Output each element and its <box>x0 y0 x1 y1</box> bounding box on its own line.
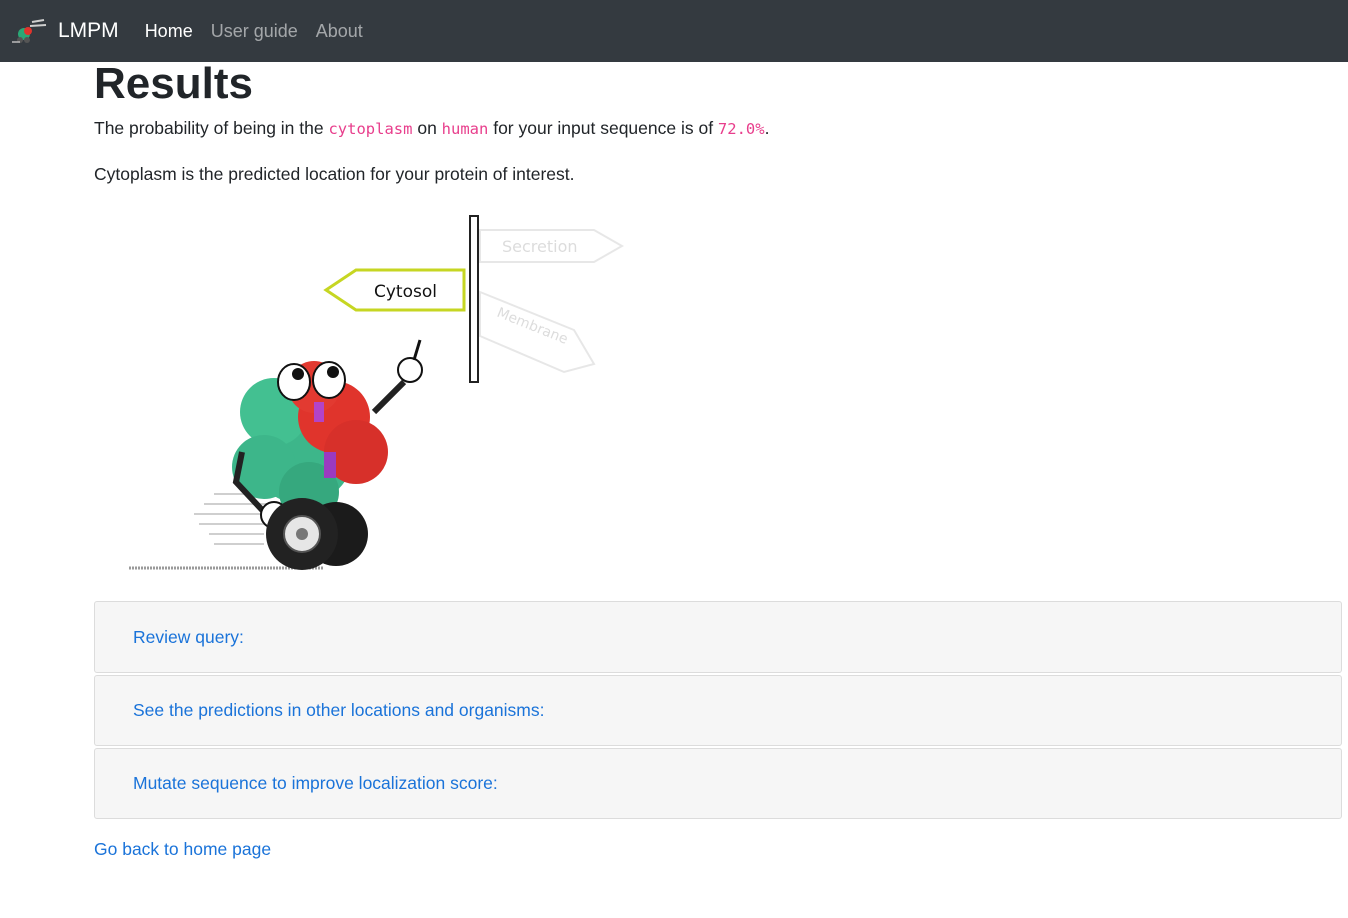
review-query-toggle[interactable]: Review query: <box>133 627 244 648</box>
other-predictions-card[interactable]: See the predictions in other locations a… <box>94 675 1342 746</box>
secretion-sign: Secretion <box>479 229 625 263</box>
prediction-text: Cytoplasm is the predicted location for … <box>94 164 575 184</box>
nav-links: Home User guide About <box>145 21 381 42</box>
mutate-sequence-toggle[interactable]: Mutate sequence to improve localization … <box>133 773 498 794</box>
protein-character <box>232 339 423 529</box>
results-accordion: Review query: See the predictions in oth… <box>94 601 1342 821</box>
statement-prefix: The probability of being in the <box>94 118 329 138</box>
svg-text:Cytosol: Cytosol <box>374 282 437 302</box>
nav-about[interactable]: About <box>316 21 363 42</box>
protein-signpost-illustration: Secretion Membrane Cytosol <box>129 215 625 570</box>
protein-logo-icon <box>12 19 47 43</box>
other-predictions-toggle[interactable]: See the predictions in other locations a… <box>133 700 545 721</box>
svg-text:Membrane: Membrane <box>495 305 571 348</box>
wheels <box>266 498 368 570</box>
review-query-card[interactable]: Review query: <box>94 601 1342 673</box>
statement-on: on <box>412 118 442 138</box>
svg-text:Secretion: Secretion <box>502 237 578 256</box>
statement-end: . <box>764 118 770 138</box>
nav-user-guide[interactable]: User guide <box>211 21 298 42</box>
location-value: cytoplasm <box>328 120 413 138</box>
probability-value: 72.0% <box>717 120 765 138</box>
brand-link[interactable]: LMPM <box>10 16 119 46</box>
organism-value: human <box>441 120 489 138</box>
probability-statement: The probability of being in the cytoplas… <box>94 116 1342 141</box>
cytosol-sign: Cytosol <box>323 268 466 312</box>
membrane-sign: Membrane <box>479 290 596 374</box>
page-title: Results <box>94 59 253 108</box>
brand-name: LMPM <box>58 19 119 42</box>
mutate-sequence-card[interactable]: Mutate sequence to improve localization … <box>94 748 1342 819</box>
top-navbar: LMPM Home User guide About <box>0 0 1348 62</box>
statement-middle: for your input sequence is of <box>488 118 718 138</box>
main-content: Results The probability of being in the … <box>94 59 1342 570</box>
nav-home[interactable]: Home <box>145 21 193 42</box>
back-home-link[interactable]: Go back to home page <box>94 839 271 860</box>
